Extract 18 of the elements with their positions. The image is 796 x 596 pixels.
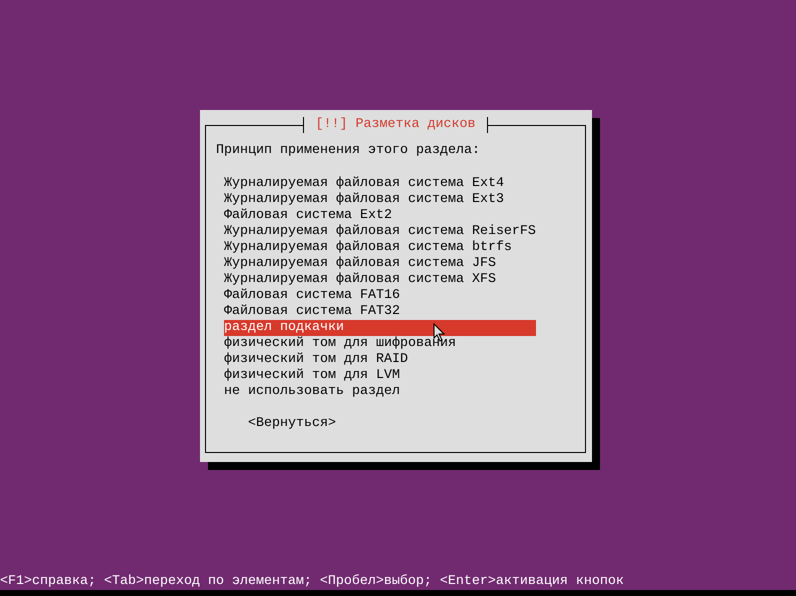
- option-item[interactable]: Файловая система FAT16: [224, 288, 536, 304]
- back-button[interactable]: <Вернуться>: [248, 416, 585, 432]
- option-item[interactable]: Журналируемая файловая система Ext4: [224, 176, 536, 192]
- option-item[interactable]: Журналируемая файловая система ReiserFS: [224, 224, 536, 240]
- status-bar: <F1>справка; <Tab>переход по элементам; <Пробел>выбор; <Enter>активация кнопок: [0, 574, 796, 596]
- prompt-text: Принцип применения этого раздела:: [216, 143, 481, 159]
- option-item[interactable]: Файловая система Ext2: [224, 208, 536, 224]
- option-item[interactable]: физический том для шифрования: [224, 336, 536, 352]
- option-item[interactable]: не использовать раздел: [224, 384, 536, 400]
- option-item[interactable]: Файловая система FAT32: [224, 304, 536, 320]
- option-item[interactable]: Журналируемая файловая система Ext3: [224, 192, 536, 208]
- option-item[interactable]: физический том для LVM: [224, 368, 536, 384]
- dialog-title: [!!] Разметка дисков: [302, 117, 488, 133]
- option-item[interactable]: Журналируемая файловая система XFS: [224, 272, 536, 288]
- option-item[interactable]: физический том для RAID: [224, 352, 536, 368]
- option-item[interactable]: Журналируемая файловая система JFS: [224, 256, 536, 272]
- option-item[interactable]: раздел подкачки: [224, 320, 536, 336]
- option-item[interactable]: Журналируемая файловая система btrfs: [224, 240, 536, 256]
